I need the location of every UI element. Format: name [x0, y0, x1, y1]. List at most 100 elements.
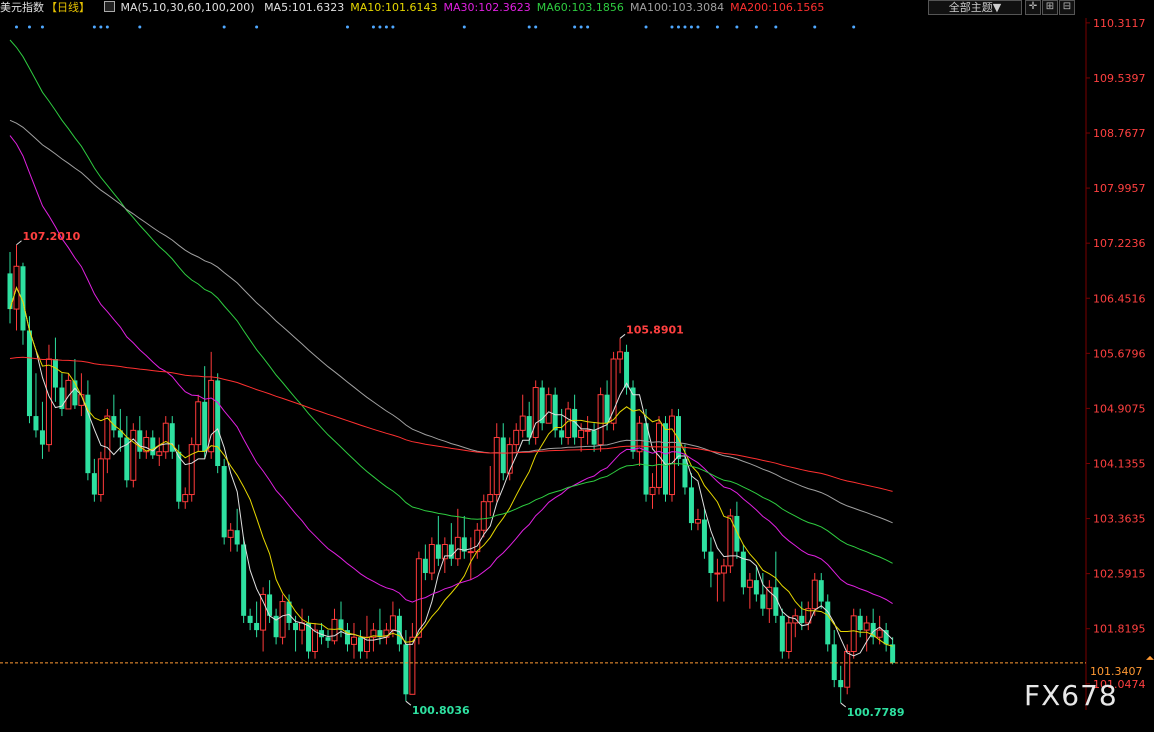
candle-body-down: [753, 580, 759, 595]
candle-body-up: [493, 436, 500, 496]
candle-body-down: [799, 615, 805, 623]
event-marker-dot: [40, 25, 44, 29]
y-tick-label: 108.7677: [1093, 127, 1146, 140]
event-marker-dot: [573, 25, 577, 29]
candle-body-down: [293, 622, 299, 631]
event-marker-dot: [527, 25, 531, 29]
candle-body-up: [415, 558, 422, 638]
candle-body-down: [539, 387, 545, 424]
ma100-line: [9, 119, 893, 524]
candle-body-up: [668, 415, 675, 496]
y-tick-label: 106.4516: [1093, 292, 1146, 305]
high-annotation: 107.2010: [22, 230, 80, 243]
candle-body-up: [279, 601, 286, 638]
event-marker-dot: [99, 25, 103, 29]
candle-body-down: [325, 637, 331, 641]
candle-body-down: [150, 437, 156, 456]
event-marker-dot: [670, 25, 674, 29]
event-marker-dot: [222, 25, 226, 29]
y-tick-label: 103.3635: [1093, 513, 1146, 526]
y-tick-label: 105.6796: [1093, 347, 1146, 360]
candle-body-up: [104, 415, 111, 460]
candle-body-down: [33, 416, 39, 431]
candlestick-chart[interactable]: 110.3117 109.5397 108.7677 107.9957 107.2236…: [0, 0, 1154, 732]
event-marker-dot: [255, 25, 259, 29]
event-marker-dot: [462, 25, 466, 29]
event-marker-dot: [345, 25, 349, 29]
candle-body-down: [500, 437, 506, 474]
candle-body-up: [227, 529, 234, 538]
annotation-pointer: [840, 702, 847, 708]
candle-body-down: [247, 615, 253, 623]
candle-body-down: [254, 622, 260, 631]
candle-body-down: [591, 430, 597, 445]
event-marker-dot: [774, 25, 778, 29]
price-marker-icon: [1146, 655, 1154, 660]
candle-body-down: [708, 551, 714, 574]
low-annotation: 100.8036: [412, 704, 470, 717]
event-marker-dot: [378, 25, 382, 29]
candle-body-down: [624, 351, 630, 388]
candle-body-up: [312, 629, 319, 653]
price-axis: 110.3117 109.5397 108.7677 107.9957 107.2236…: [0, 17, 1154, 710]
annotation-pointer: [619, 333, 626, 339]
candle-body-down: [91, 473, 97, 495]
candle-body-down: [890, 644, 896, 663]
candle-body-up: [409, 636, 416, 695]
candle-body-down: [52, 359, 58, 388]
candle-body-down: [682, 458, 688, 488]
candle-body-up: [260, 593, 267, 631]
candle-body-up: [714, 572, 721, 575]
candle-body-up: [162, 422, 169, 453]
candle-body-down: [241, 544, 247, 616]
candle-body-down: [234, 530, 240, 545]
candle-body-up: [350, 636, 357, 645]
event-marker-dot: [384, 25, 388, 29]
event-marker-dot: [689, 25, 693, 29]
candle-body-down: [72, 380, 78, 406]
event-marker-dot: [715, 25, 719, 29]
y-tick-label: 104.9075: [1093, 402, 1146, 415]
event-marker-dot: [813, 25, 817, 29]
event-marker-dot: [735, 25, 739, 29]
event-marker-dot: [683, 25, 687, 29]
candle-body-up: [844, 651, 851, 688]
ma60-line: [9, 39, 893, 564]
event-marker-dot: [754, 25, 758, 29]
y-tick-label: 104.1355: [1093, 457, 1146, 470]
candle-body-up: [545, 394, 552, 424]
candle-body-up: [331, 618, 338, 642]
candle-body-up: [97, 458, 104, 496]
annotation-pointer: [405, 700, 412, 706]
candle-body-down: [124, 437, 130, 481]
watermark-logo: FX678: [1024, 679, 1118, 712]
candle-body-up: [532, 387, 539, 438]
candle-body-down: [825, 601, 831, 645]
candle-body-down: [435, 544, 441, 559]
candle-body-down: [643, 423, 649, 495]
price-annotations: 107.2010 105.8901 100.8036 100.7789: [16, 230, 904, 719]
candle-body-down: [662, 423, 668, 495]
candle-body-up: [811, 579, 818, 610]
candle-body-up: [766, 586, 773, 610]
candle-body-up: [182, 494, 189, 503]
candle-body-down: [630, 387, 636, 452]
y-tick-label: 107.9957: [1093, 182, 1146, 195]
event-marker-dot: [27, 25, 31, 29]
candle-body-up: [188, 444, 195, 496]
candle-body-down: [734, 515, 740, 552]
event-marker-dot: [586, 25, 590, 29]
candle-body-up: [746, 579, 753, 588]
candle-body-up: [480, 501, 487, 531]
candle-body-up: [506, 444, 513, 474]
candle-body-down: [39, 430, 45, 445]
candle-body-up: [487, 494, 494, 503]
candle-body-up: [467, 551, 474, 554]
annotation-pointer: [16, 240, 22, 246]
candle-body-up: [850, 615, 857, 653]
candle-body-up: [694, 519, 701, 524]
event-marker-dot: [696, 25, 700, 29]
candle-body-down: [740, 551, 746, 588]
ma5-line: [9, 286, 893, 657]
candle-body-down: [760, 594, 766, 609]
